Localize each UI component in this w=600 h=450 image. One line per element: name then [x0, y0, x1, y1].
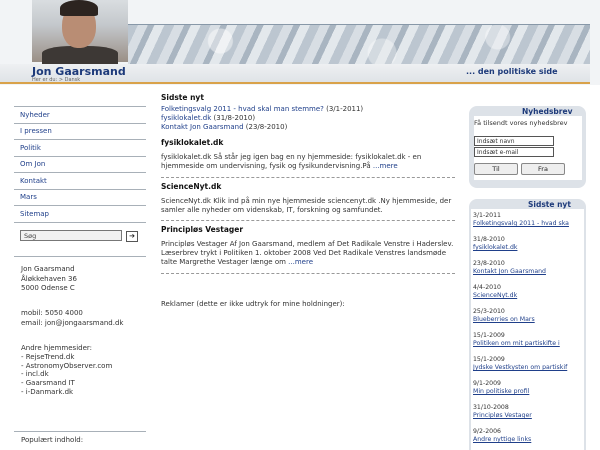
news-date: 4/4-2010	[473, 284, 501, 291]
news-date: 31/10-2008	[473, 404, 509, 411]
nav-item-i-pressen[interactable]: I pressen	[14, 124, 146, 140]
address-line: Jon Gaarsmand	[21, 265, 75, 273]
article-heading[interactable]: ScienceNyt.dk	[161, 182, 455, 191]
breadcrumb: Her er du: > Dansk	[32, 77, 81, 83]
latest-news-date: (23/8-2010)	[243, 123, 288, 132]
ads-note: Reklamer (dette er ikke udtryk for mine …	[161, 300, 345, 308]
news-link[interactable]: Andre nyttige links	[473, 436, 583, 444]
latest-news-link[interactable]: Kontakt Jon Gaarsmand	[161, 123, 244, 131]
article: fysiklokalet.dk fysiklokalet.dk Så står …	[161, 138, 455, 171]
newsletter-unsubscribe-button[interactable]: Fra	[521, 163, 565, 175]
news-date: 15/1-2009	[473, 356, 505, 363]
nav-item-om-jon[interactable]: Om Jon	[14, 157, 146, 173]
latest-news-heading: Sidste nyt	[161, 93, 204, 102]
article-heading[interactable]: fysiklokalet.dk	[161, 138, 455, 147]
news-entry: 25/3-2010 Blueberries on Mars	[473, 308, 583, 324]
news-link[interactable]: Blueberries on Mars	[473, 316, 583, 324]
news-entry: 4/4-2010 ScienceNyt.dk	[473, 284, 583, 300]
newsletter-subscribe-button[interactable]: Til	[474, 163, 518, 175]
other-site-link[interactable]: - i-Danmark.dk	[21, 388, 112, 397]
read-more-link[interactable]: ...mere	[373, 162, 398, 170]
news-link[interactable]: Politiken om mit partiskifte i	[473, 340, 583, 348]
news-date: 3/1-2011	[473, 212, 501, 219]
nav-item-nyheder[interactable]: Nyheder	[14, 106, 146, 124]
site-tagline: ... den politiske side	[466, 67, 558, 76]
other-site-link[interactable]: - AstronomyObserver.com	[21, 362, 112, 371]
nav-item-kontakt[interactable]: Kontakt	[14, 173, 146, 190]
news-entry: 9/1-2009 Min politiske profil	[473, 380, 583, 396]
news-entry: 15/1-2009 Jydske Vestkysten om partiskif	[473, 356, 583, 372]
article-divider	[161, 273, 455, 274]
newsletter-title: Nyhedsbrev	[522, 107, 573, 116]
newsletter-email-input[interactable]: Indsæt e-mail	[474, 147, 554, 157]
latest-news-date: (31/8-2010)	[211, 114, 256, 123]
divider	[14, 256, 146, 257]
address-block: Jon Gaarsmand Åløkkehaven 36 5000 Odense…	[21, 265, 77, 294]
other-site-link[interactable]: - RejseTrend.dk	[21, 353, 112, 362]
news-date: 25/3-2010	[473, 308, 505, 315]
latest-news-item: Folketingsvalg 2011 - hvad skal man stem…	[161, 105, 455, 114]
search-input[interactable]: Søg	[20, 230, 122, 241]
newsletter-description: Få tilsendt vores nyhedsbrev	[474, 119, 568, 127]
latest-news-link[interactable]: fysiklokalet.dk	[161, 114, 211, 122]
contact-block: mobil: 5050 4000 email: jon@jongaarsmand…	[21, 309, 123, 328]
other-sites-block: Andre hjemmesider: - RejseTrend.dk - Ast…	[21, 344, 112, 397]
latest-news-section: Sidste nyt Folketingsvalg 2011 - hvad sk…	[161, 93, 455, 133]
news-entry: 9/2-2006 Andre nyttige links	[473, 428, 583, 444]
latest-news-link[interactable]: Folketingsvalg 2011 - hvad skal man stem…	[161, 105, 324, 113]
news-entry: 15/1-2009 Politiken om mit partiskifte i	[473, 332, 583, 348]
news-link[interactable]: Principløs Vestager	[473, 412, 583, 420]
divider	[14, 431, 146, 432]
latest-news-item: Kontakt Jon Gaarsmand (23/8-2010)	[161, 123, 455, 132]
latest-news-item: fysiklokalet.dk (31/8-2010)	[161, 114, 455, 123]
news-link[interactable]: Min politiske profil	[473, 388, 583, 396]
news-link[interactable]: Kontakt Jon Gaarsmand	[473, 268, 583, 276]
latest-news-date: (3/1-2011)	[323, 105, 364, 113]
article-text: ScienceNyt.dk Klik ind på min nye hjemme…	[161, 197, 452, 215]
email-text: email: jon@jongaarsmand.dk	[21, 318, 124, 327]
news-entry: 23/8-2010 Kontakt Jon Gaarsmand	[473, 260, 583, 276]
article-divider	[161, 177, 455, 178]
news-link[interactable]: Folketingsvalg 2011 - hvad ska	[473, 220, 583, 228]
news-date: 9/2-2006	[473, 428, 501, 435]
address-line: Åløkkehaven 36	[21, 274, 77, 283]
article: Principløs Vestager Principløs Vestager …	[161, 225, 455, 268]
newsletter-name-input[interactable]: Indsæt navn	[474, 136, 554, 146]
phone-text: mobil: 5050 4000	[21, 309, 83, 317]
arrow-right-icon: ➔	[129, 232, 135, 240]
other-sites-heading: Andre hjemmesider:	[21, 344, 93, 352]
news-entry: 3/1-2011 Folketingsvalg 2011 - hvad ska	[473, 212, 583, 228]
news-date: 31/8-2010	[473, 236, 505, 243]
article-heading[interactable]: Principløs Vestager	[161, 225, 455, 234]
other-site-link[interactable]: - Gaarsmand IT	[21, 379, 112, 388]
read-more-link[interactable]: ...mere	[288, 258, 313, 266]
search-submit-button[interactable]: ➔	[126, 231, 138, 242]
article-divider	[161, 220, 455, 221]
nav-item-politik[interactable]: Politik	[14, 140, 146, 157]
news-link[interactable]: ScienceNyt.dk	[473, 292, 583, 300]
news-link[interactable]: Jydske Vestkysten om partiskif	[473, 364, 583, 372]
nav-item-sitemap[interactable]: Sitemap	[14, 206, 146, 223]
header-banner-image	[128, 24, 590, 65]
news-date: 15/1-2009	[473, 332, 505, 339]
other-site-link[interactable]: - incl.dk	[21, 370, 112, 379]
sidebar-nav: Nyheder I pressen Politik Om Jon Kontakt…	[14, 106, 146, 223]
news-box-title: Sidste nyt	[528, 200, 571, 209]
address-line: 5000 Odense C	[21, 284, 75, 292]
news-date: 23/8-2010	[473, 260, 505, 267]
news-entry: 31/10-2008 Principløs Vestager	[473, 404, 583, 420]
news-date: 9/1-2009	[473, 380, 501, 387]
article: ScienceNyt.dk ScienceNyt.dk Klik ind på …	[161, 182, 455, 215]
news-link[interactable]: fysiklokalet.dk	[473, 244, 583, 252]
nav-item-mars[interactable]: Mars	[14, 190, 146, 206]
profile-photo	[32, 0, 128, 64]
news-entry: 31/8-2010 fysiklokalet.dk	[473, 236, 583, 252]
popular-content-heading: Populært indhold:	[21, 436, 84, 444]
